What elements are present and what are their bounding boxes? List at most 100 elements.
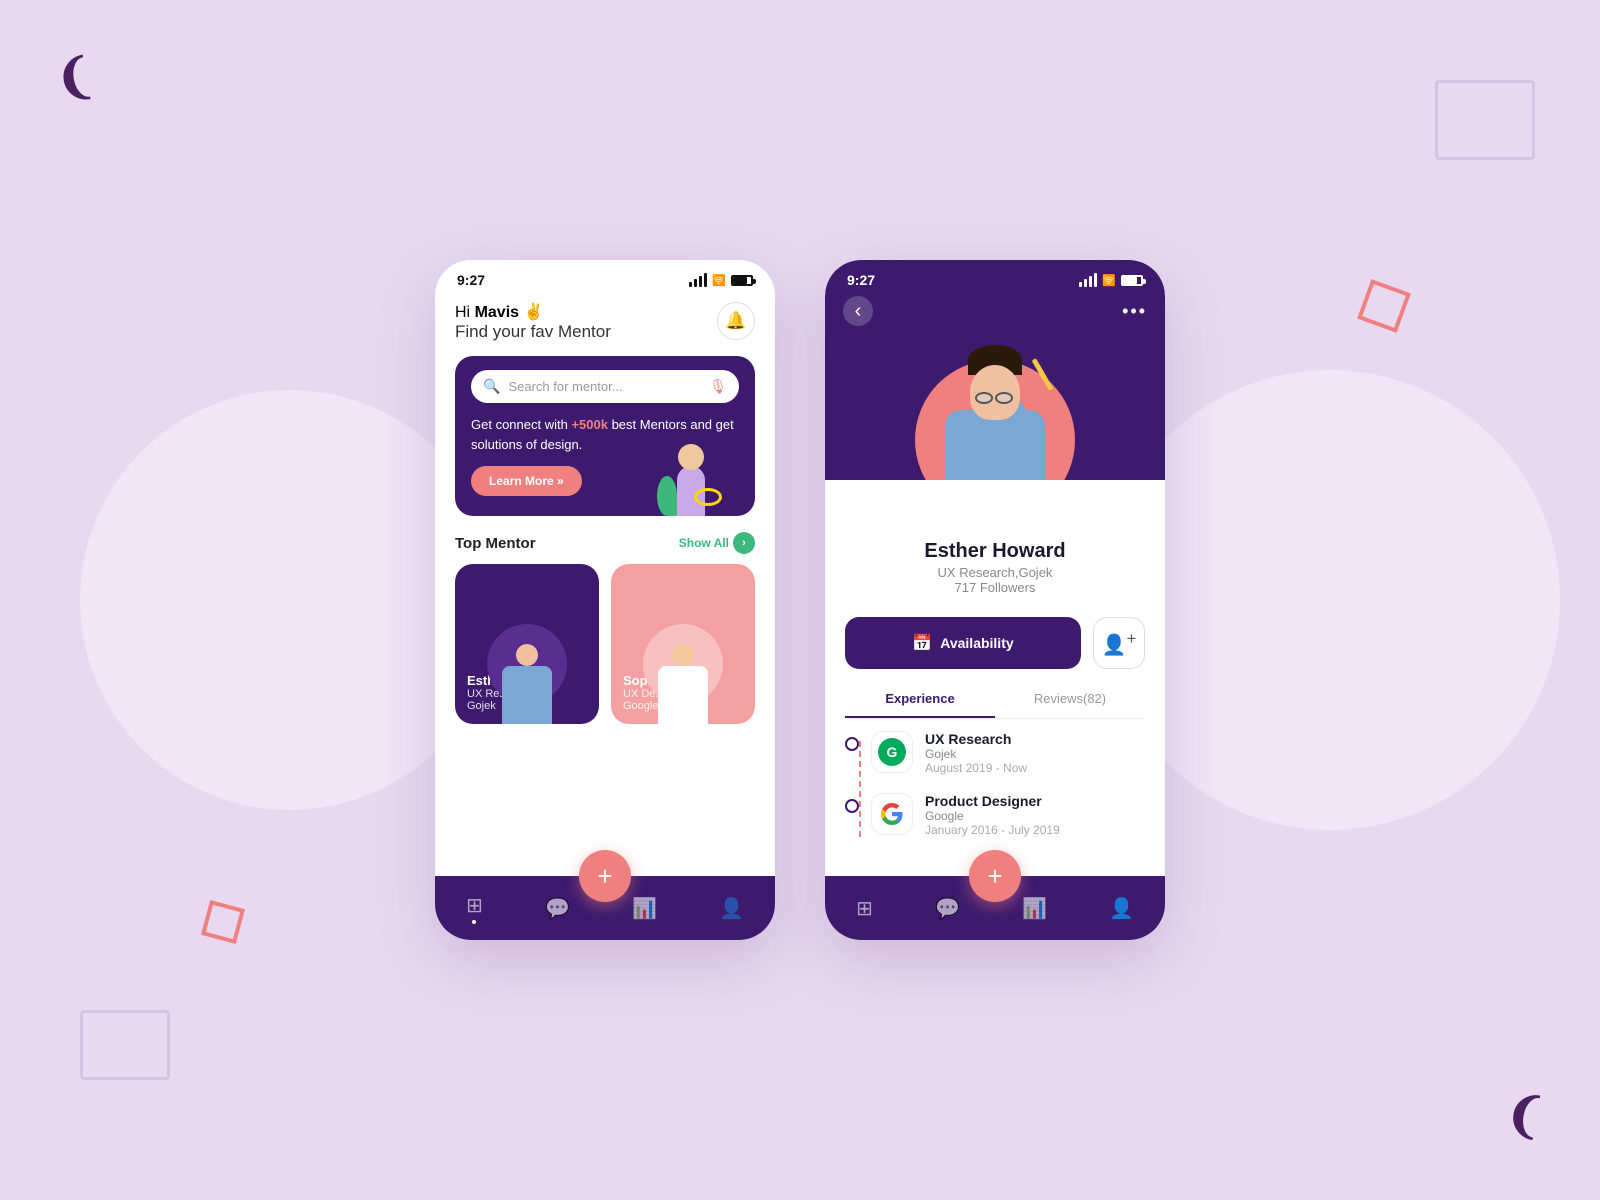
exp-item-gojek: G UX Research Gojek August 2019 - Now [845, 731, 1145, 775]
nav-chat-icon[interactable]: 💬 [545, 896, 570, 921]
greeting-emoji: ✌ [523, 304, 543, 321]
search-banner: 🔍 Search for mentor... 🎙 Get connect wit… [455, 356, 755, 516]
exp-role-gojek: UX Research [925, 731, 1145, 747]
exp-item-google: Product Designer Google January 2016 - J… [845, 793, 1145, 837]
illus-plant [657, 476, 677, 516]
exp-dot-gojek [845, 737, 859, 751]
tabs-row: Experience Reviews(82) [845, 681, 1145, 719]
exp-period-google: January 2016 - July 2019 [925, 823, 1145, 837]
profile-name: Esther Howard [845, 540, 1145, 563]
notification-icon: 🔔 [725, 311, 746, 331]
search-icon: 🔍 [483, 378, 500, 395]
banner-text-prefix: Get connect with [471, 417, 571, 432]
exp-details-gojek: UX Research Gojek August 2019 - Now [925, 731, 1145, 775]
mic-icon: 🎙 [709, 378, 727, 395]
banner-illustration [637, 416, 747, 516]
top-mentor-title: Top Mentor [455, 535, 536, 552]
mentor-cards: Esther Howard UX Research, Gojek [455, 564, 755, 724]
deco-bracket-bottom-right: ❩ [1501, 1089, 1549, 1143]
tab-reviews-label: Reviews(82) [1034, 691, 1106, 706]
exp-logo-gojek: G [871, 731, 913, 773]
greeting-name: Mavis [475, 304, 519, 321]
learn-more-button[interactable]: Learn More » [471, 466, 582, 496]
back-arrow-icon: ‹ [855, 300, 862, 323]
phone2-statusbar: 9:27 🛜 [825, 260, 1165, 292]
exp-company-google: Google [925, 809, 1145, 823]
exp-logo-google [871, 793, 913, 835]
illus-glasses [694, 488, 722, 506]
exp-dot-google [845, 799, 859, 813]
phone2-fab-button[interactable]: + [969, 850, 1021, 902]
profile-pencil [1032, 358, 1054, 391]
tab-reviews[interactable]: Reviews(82) [995, 681, 1145, 718]
phone1-greeting: Hi Mavis ✌ Find your fav Mentor [455, 302, 611, 342]
availability-button[interactable]: 📅 Availability [845, 617, 1081, 669]
experience-list: G UX Research Gojek August 2019 - Now [845, 731, 1145, 837]
phone1-time: 9:27 [457, 272, 485, 288]
phone2-nav-chat-icon[interactable]: 💬 [935, 896, 960, 921]
fab-plus-icon: + [597, 861, 612, 892]
exp-role-google: Product Designer [925, 793, 1145, 809]
deco-square-right [1357, 279, 1411, 333]
wifi-icon: 🛜 [712, 274, 726, 287]
phone2-status-icons: 🛜 [1079, 273, 1143, 287]
phones-wrapper: 9:27 🛜 Hi Mavis [435, 260, 1165, 940]
phone2-top: 9:27 🛜 ‹ [825, 260, 1165, 480]
deco-bracket-top-left: ❨ [51, 52, 99, 106]
phone2-signal-bars [1079, 273, 1097, 287]
profile-followers: 717 Followers [845, 580, 1145, 595]
nav-stats-icon[interactable]: 📊 [632, 896, 657, 921]
gojek-logo-icon: G [878, 738, 906, 766]
phone1-greeting-line1: Hi Mavis ✌ [455, 302, 611, 322]
notification-button[interactable]: 🔔 [717, 302, 755, 340]
profile-head [970, 365, 1020, 420]
profile-subtitle: UX Research,Gojek [845, 565, 1145, 580]
phone1-fab-button[interactable]: + [579, 850, 631, 902]
profile-body [945, 410, 1045, 480]
phone2: 9:27 🛜 ‹ [825, 260, 1165, 940]
phone2-bottom-nav: ⊞ 💬 + 📊 👤 [825, 876, 1165, 940]
tab-experience[interactable]: Experience [845, 681, 995, 718]
phone2-nav-home-icon[interactable]: ⊞ [856, 896, 873, 921]
phone1-statusbar: 9:27 🛜 [435, 260, 775, 292]
phone2-time: 9:27 [847, 272, 875, 288]
signal-bars-icon [689, 273, 707, 287]
phone1-content: Hi Mavis ✌ Find your fav Mentor 🔔 🔍 Sear… [435, 292, 775, 876]
battery-icon [731, 275, 753, 286]
show-all-arrow-icon: › [733, 532, 755, 554]
nav-home-icon[interactable]: ⊞ [466, 893, 483, 924]
exp-company-gojek: Gojek [925, 747, 1145, 761]
phone1: 9:27 🛜 Hi Mavis [435, 260, 775, 940]
phone2-topbar: ‹ ••• [825, 292, 1165, 330]
nav-profile-icon[interactable]: 👤 [719, 896, 744, 921]
mentor-card-esther[interactable]: Esther Howard UX Research, Gojek [455, 564, 599, 724]
greeting-subtitle: Find your fav Mentor [455, 322, 611, 342]
mentor2-name: Sophia Wilson [623, 673, 743, 688]
illus-head [678, 444, 704, 470]
calendar-icon: 📅 [912, 633, 932, 653]
phone1-bottom-nav: ⊞ 💬 + 📊 👤 [435, 876, 775, 940]
phone2-nav-stats-icon[interactable]: 📊 [1022, 896, 1047, 921]
deco-rect-top [1435, 80, 1535, 160]
search-placeholder[interactable]: Search for mentor... [508, 379, 701, 394]
show-all-button[interactable]: Show All › [679, 532, 755, 554]
phone1-header: Hi Mavis ✌ Find your fav Mentor 🔔 [455, 302, 755, 342]
greeting-prefix: Hi [455, 304, 475, 321]
more-button[interactable]: ••• [1122, 301, 1147, 322]
mentor1-role: UX Research, Gojek [467, 688, 587, 712]
banner-figure [657, 426, 727, 516]
deco-rect-bottom [80, 1010, 170, 1080]
tab-experience-label: Experience [885, 691, 954, 706]
exp-details-google: Product Designer Google January 2016 - J… [925, 793, 1145, 837]
back-button[interactable]: ‹ [843, 296, 873, 326]
google-logo-icon [880, 802, 904, 826]
search-box[interactable]: 🔍 Search for mentor... 🎙 [471, 370, 739, 403]
mentor-card-sophia[interactable]: Sophia Wilson UX Designer, Google [611, 564, 755, 724]
phone2-nav-profile-icon[interactable]: 👤 [1109, 896, 1134, 921]
phone2-battery-icon [1121, 275, 1143, 286]
profile-glasses [975, 392, 1015, 404]
top-mentor-header: Top Mentor Show All › [455, 532, 755, 554]
availability-label: Availability [940, 635, 1013, 651]
add-user-button[interactable]: 👤+ [1093, 617, 1145, 669]
phone1-status-icons: 🛜 [689, 273, 753, 287]
